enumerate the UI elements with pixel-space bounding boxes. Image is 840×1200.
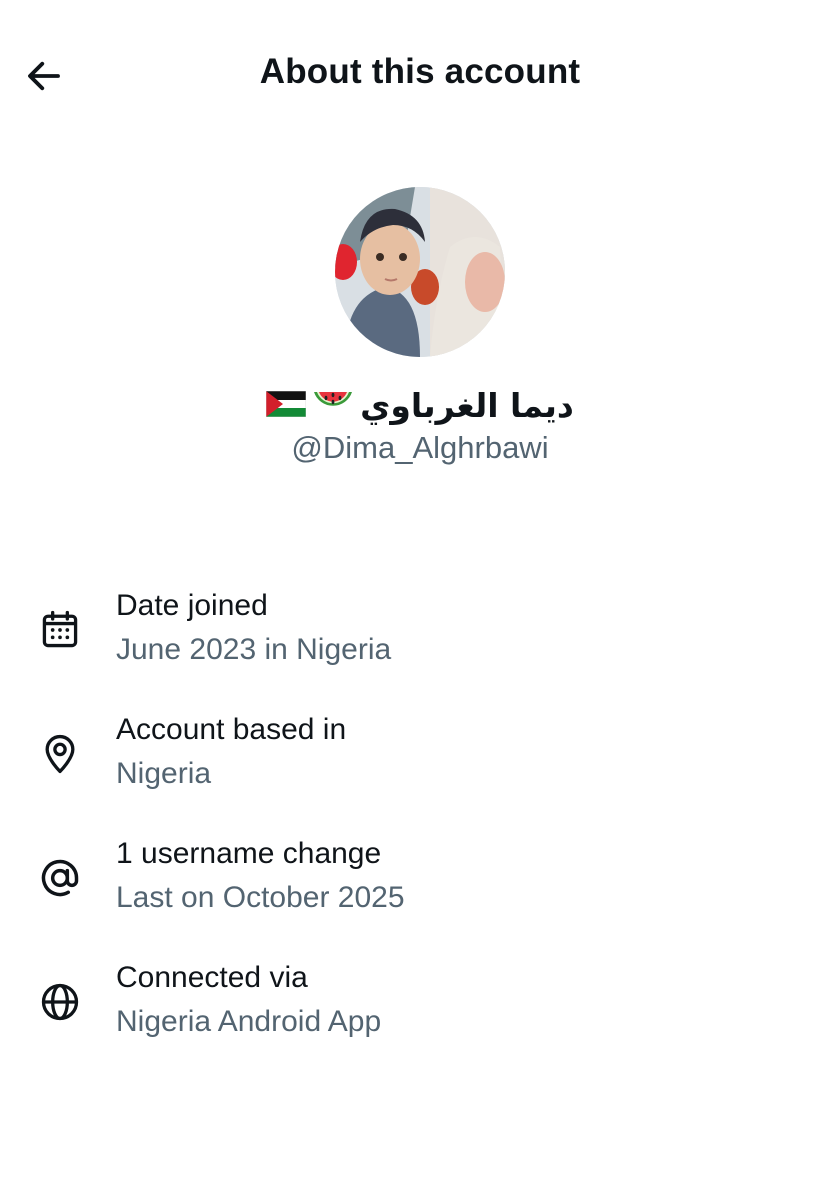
info-row-date-joined: Date joined June 2023 in Nigeria: [0, 586, 840, 710]
page-title: About this account: [259, 52, 581, 91]
display-name-text: ديما الغرباوي: [360, 386, 574, 425]
at-sign-icon: [34, 852, 86, 904]
avatar[interactable]: [335, 187, 505, 357]
username-handle[interactable]: @Dima_Alghrbawi: [0, 430, 840, 466]
info-value: Nigeria: [116, 757, 212, 790]
info-row-connected-via: Connected via Nigeria Android App: [0, 958, 840, 1082]
header-bar: About this account: [0, 0, 840, 150]
info-row-username-change: 1 username change Last on October 2025: [0, 834, 840, 958]
watermelon-icon: [312, 386, 354, 427]
info-label: Connected via: [116, 961, 308, 994]
account-info-list: Date joined June 2023 in Nigeria Account…: [0, 586, 840, 1082]
info-label: Account based in: [116, 713, 347, 746]
info-value: Last on October 2025: [116, 881, 405, 914]
location-pin-icon: [34, 728, 86, 780]
display-name: ديما الغرباوي: [0, 384, 840, 428]
calendar-icon: [34, 604, 86, 656]
info-label: 1 username change: [116, 837, 382, 870]
info-row-account-based-in: Account based in Nigeria: [0, 710, 840, 834]
palestine-flag-icon: [265, 390, 307, 422]
info-value: June 2023 in Nigeria: [116, 633, 392, 666]
globe-icon: [34, 976, 86, 1028]
info-label: Date joined: [116, 589, 268, 622]
info-value: Nigeria Android App: [116, 1005, 382, 1038]
